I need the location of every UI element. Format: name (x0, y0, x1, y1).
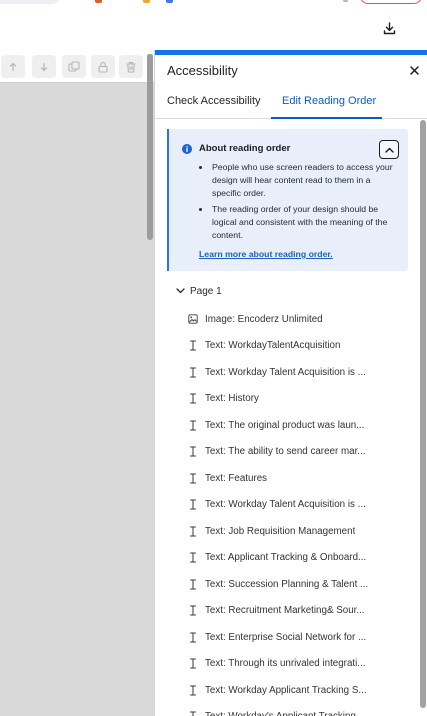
info-bullet: The reading order of your design should … (212, 204, 388, 240)
arrow-up-icon (9, 62, 17, 71)
reading-order-item-label: Text: Workday Talent Acquisition is ... (205, 366, 366, 378)
reading-order-item-label: Text: Workday Talent Acquisition is ... (205, 499, 366, 510)
reading-order-item-label: Text: Recruitment Marketing& Sour... (205, 605, 365, 616)
lock-icon (98, 61, 108, 73)
download-icon (383, 21, 395, 34)
close-button[interactable] (407, 63, 421, 77)
text-cursor-icon (188, 340, 198, 352)
lock-button[interactable] (91, 55, 115, 78)
reading-order-item-label: Text: The ability to send career mar... (205, 446, 366, 457)
bullet-dot (199, 166, 202, 169)
reading-order-item-label: Text: The original product was laun... (205, 419, 365, 431)
reading-order-item-label: Text: History (205, 393, 259, 404)
reading-order-item[interactable]: Text: Workday Applicant Tracking S... (188, 683, 388, 697)
chevron-up-icon (384, 147, 394, 153)
divider (343, 0, 348, 2)
reading-order-item[interactable]: Text: Job Requisition Management (188, 524, 388, 538)
text-cursor-icon (188, 366, 198, 378)
reading-order-item[interactable]: Text: Workday's Applicant Tracking ... (188, 710, 388, 716)
panel-scrollbar[interactable] (420, 120, 426, 716)
reading-order-item[interactable]: Text: Workday Talent Acquisition is ... (188, 498, 388, 512)
reading-order-item[interactable]: Text: Recruitment Marketing& Sour... (188, 604, 388, 618)
text-cursor-icon (188, 393, 198, 405)
reading-order-item[interactable]: Text: Succession Planning & Talent ... (188, 577, 388, 591)
text-cursor-icon (188, 605, 198, 617)
learn-more-link[interactable]: Learn more about reading order. (199, 249, 333, 259)
reading-order-item-label: Text: Workday's Applicant Tracking ... (205, 711, 367, 716)
text-cursor-icon (188, 472, 198, 484)
collapse-info-button[interactable] (379, 140, 399, 159)
text-cursor-icon (188, 419, 198, 431)
text-cursor-icon (188, 711, 198, 716)
reading-order-item[interactable]: Text: Through its unrivaled integrati... (188, 657, 388, 671)
reading-order-item-label: Text: Through its unrivaled integrati... (205, 658, 366, 669)
browser-top-strip (0, 0, 427, 8)
text-cursor-icon (188, 446, 198, 458)
text-cursor-icon (188, 499, 198, 511)
info-bullet: People who use screen readers to access … (212, 162, 393, 198)
image-icon (188, 313, 198, 325)
text-cursor-icon (188, 658, 198, 670)
text-cursor-icon (188, 631, 198, 643)
reading-order-item[interactable]: Image: Encoderz Unlimited (188, 312, 388, 326)
reading-order-item-label: Text: Features (205, 472, 268, 484)
text-cursor-icon (188, 552, 198, 564)
favicon-chip (166, 0, 173, 3)
accessibility-panel: Accessibility Check Accessibility Edit R… (154, 50, 427, 716)
info-icon (182, 144, 192, 154)
bullet-dot (199, 208, 202, 211)
move-up-button[interactable] (1, 55, 25, 78)
text-cursor-icon (188, 525, 198, 537)
duplicate-icon (68, 60, 80, 72)
reading-order-info-box: About reading order People who use scree… (167, 129, 408, 271)
canvas-scrollbar[interactable] (147, 54, 153, 686)
profile-pill[interactable] (360, 0, 422, 4)
reading-order-item[interactable]: Text: Features (188, 471, 388, 485)
page-tree-node[interactable]: Page 1 (175, 284, 222, 298)
panel-scrollbar-thumb[interactable] (420, 120, 426, 708)
active-tab-indicator (271, 117, 382, 119)
design-canvas[interactable] (0, 82, 154, 716)
reading-order-item-label: Text: Applicant Tracking & Onboard... (205, 552, 367, 563)
tab-check-accessibility[interactable]: Check Accessibility (167, 95, 261, 107)
reading-order-item-label: Text: Enterprise Social Network for ... (205, 631, 367, 643)
duplicate-button[interactable] (62, 55, 86, 78)
canvas-toolbar (0, 50, 154, 82)
reading-order-item-label: Text: Job Requisition Management (205, 525, 356, 537)
move-down-button[interactable] (32, 55, 56, 78)
tab-edit-reading-order[interactable]: Edit Reading Order (282, 95, 376, 107)
reading-order-item-label: Text: Succession Planning & Talent ... (205, 578, 369, 590)
page-label: Page 1 (190, 285, 222, 297)
reading-order-item[interactable]: Text: The original product was laun... (188, 418, 388, 432)
reading-order-item[interactable]: Text: History (188, 392, 388, 406)
reading-order-item[interactable]: Text: Enterprise Social Network for ... (188, 630, 388, 644)
favicon-chip (143, 0, 150, 3)
reading-order-item[interactable]: Text: WorkdayTalentAcquisition (188, 339, 388, 353)
reading-order-item-label: Text: Workday Applicant Tracking S... (205, 684, 367, 696)
canvas-pane (0, 50, 154, 716)
close-icon (409, 65, 419, 75)
arrow-down-icon (40, 62, 48, 71)
download-button[interactable] (378, 17, 400, 39)
text-cursor-icon (188, 684, 198, 696)
panel-title: Accessibility (167, 63, 238, 78)
tab-pill[interactable] (0, 0, 60, 4)
reading-order-item-label: Image: Encoderz Unlimited (205, 313, 323, 325)
canvas-scrollbar-thumb[interactable] (147, 54, 153, 240)
favicon-chip (95, 0, 102, 3)
info-title: About reading order (199, 143, 291, 154)
reading-order-item[interactable]: Text: The ability to send career mar... (188, 445, 388, 459)
chevron-down-icon[interactable] (175, 286, 185, 296)
trash-icon (126, 61, 136, 73)
panel-header: Accessibility (155, 55, 427, 83)
panel-tabs: Check Accessibility Edit Reading Order (155, 83, 427, 119)
text-cursor-icon (188, 578, 198, 590)
reading-order-item[interactable]: Text: Workday Talent Acquisition is ... (188, 365, 388, 379)
reading-order-item[interactable]: Text: Applicant Tracking & Onboard... (188, 551, 388, 565)
delete-button[interactable] (119, 55, 143, 78)
reading-order-item-label: Text: WorkdayTalentAcquisition (205, 340, 341, 351)
